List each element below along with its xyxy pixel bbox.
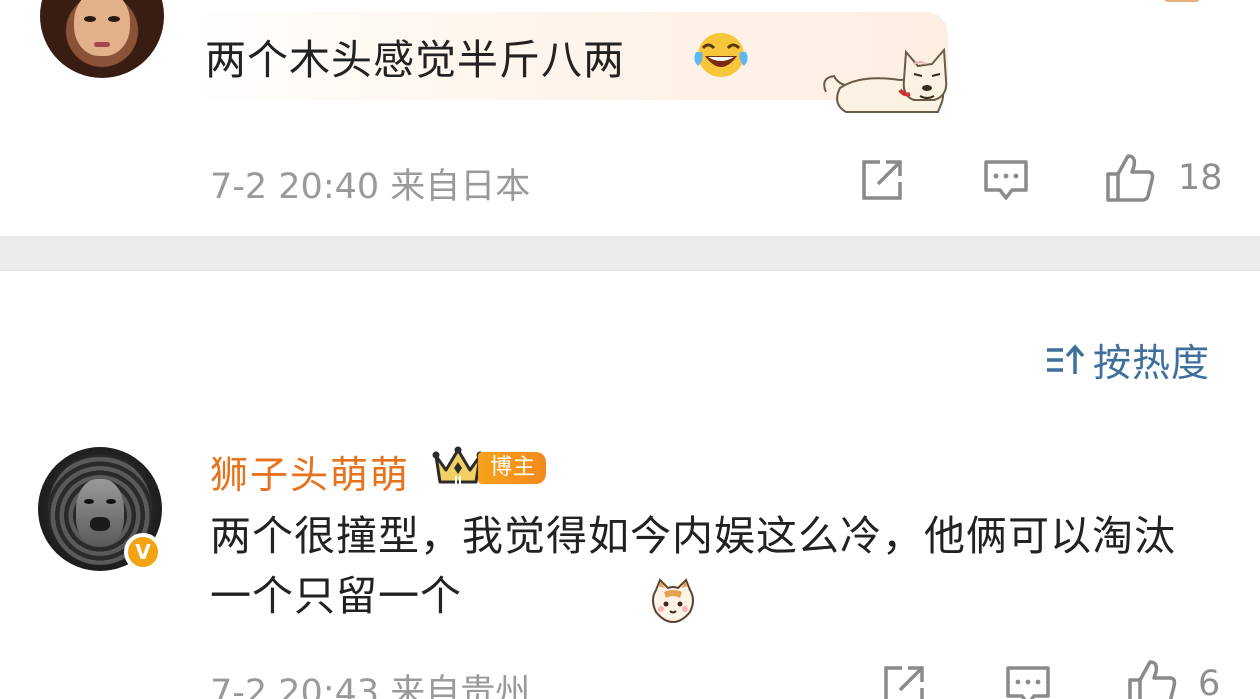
comment-text: 两个很撞型，我觉得如今内娱这么冷，他俩可以淘汰一个只留一个 <box>210 512 1176 620</box>
sort-toggle[interactable]: 按热度 <box>1045 332 1210 387</box>
share-button[interactable] <box>858 156 906 204</box>
comment-icon <box>1006 666 1050 699</box>
comment-meta: 7-2 20:40 来自日本 <box>210 167 531 207</box>
username-cutoff <box>210 0 550 4</box>
thumbs-up-icon <box>1106 154 1155 202</box>
like-button[interactable] <box>1104 152 1156 204</box>
avatar[interactable] <box>40 0 164 78</box>
comment-button[interactable] <box>1004 662 1052 699</box>
cutoff-badge <box>1164 0 1200 2</box>
verified-badge: V <box>124 533 162 571</box>
comment-meta: 7-2 20:43 来自贵州 <box>210 673 531 699</box>
sort-icon <box>1046 343 1085 374</box>
username[interactable]: 狮子头萌萌 <box>210 444 410 499</box>
comment-feed: 两个木头感觉半斤八两 7-2 20:40 来自日本 18 按热度 V 狮子头萌萌… <box>0 0 1260 699</box>
comment-item: 两个木头感觉半斤八两 7-2 20:40 来自日本 18 <box>0 0 1260 236</box>
comment-text: 两个木头感觉半斤八两 <box>205 36 625 84</box>
thumbs-up-icon <box>1128 660 1177 699</box>
share-button[interactable] <box>880 662 928 699</box>
crown-icon <box>432 446 484 484</box>
comment-button[interactable] <box>982 156 1030 204</box>
comment-icon <box>984 160 1028 200</box>
sort-label: 按热度 <box>1092 341 1210 385</box>
section-divider <box>0 236 1260 271</box>
cat-emoji <box>652 578 694 624</box>
like-button[interactable] <box>1126 658 1178 699</box>
owner-badge: 博主 <box>478 452 547 484</box>
dog-sticker <box>823 47 948 113</box>
like-count: 6 <box>1198 664 1221 699</box>
share-icon <box>862 160 902 200</box>
like-count: 18 <box>1178 158 1223 198</box>
laugh-cry-emoji <box>694 33 748 77</box>
share-icon <box>884 666 924 699</box>
